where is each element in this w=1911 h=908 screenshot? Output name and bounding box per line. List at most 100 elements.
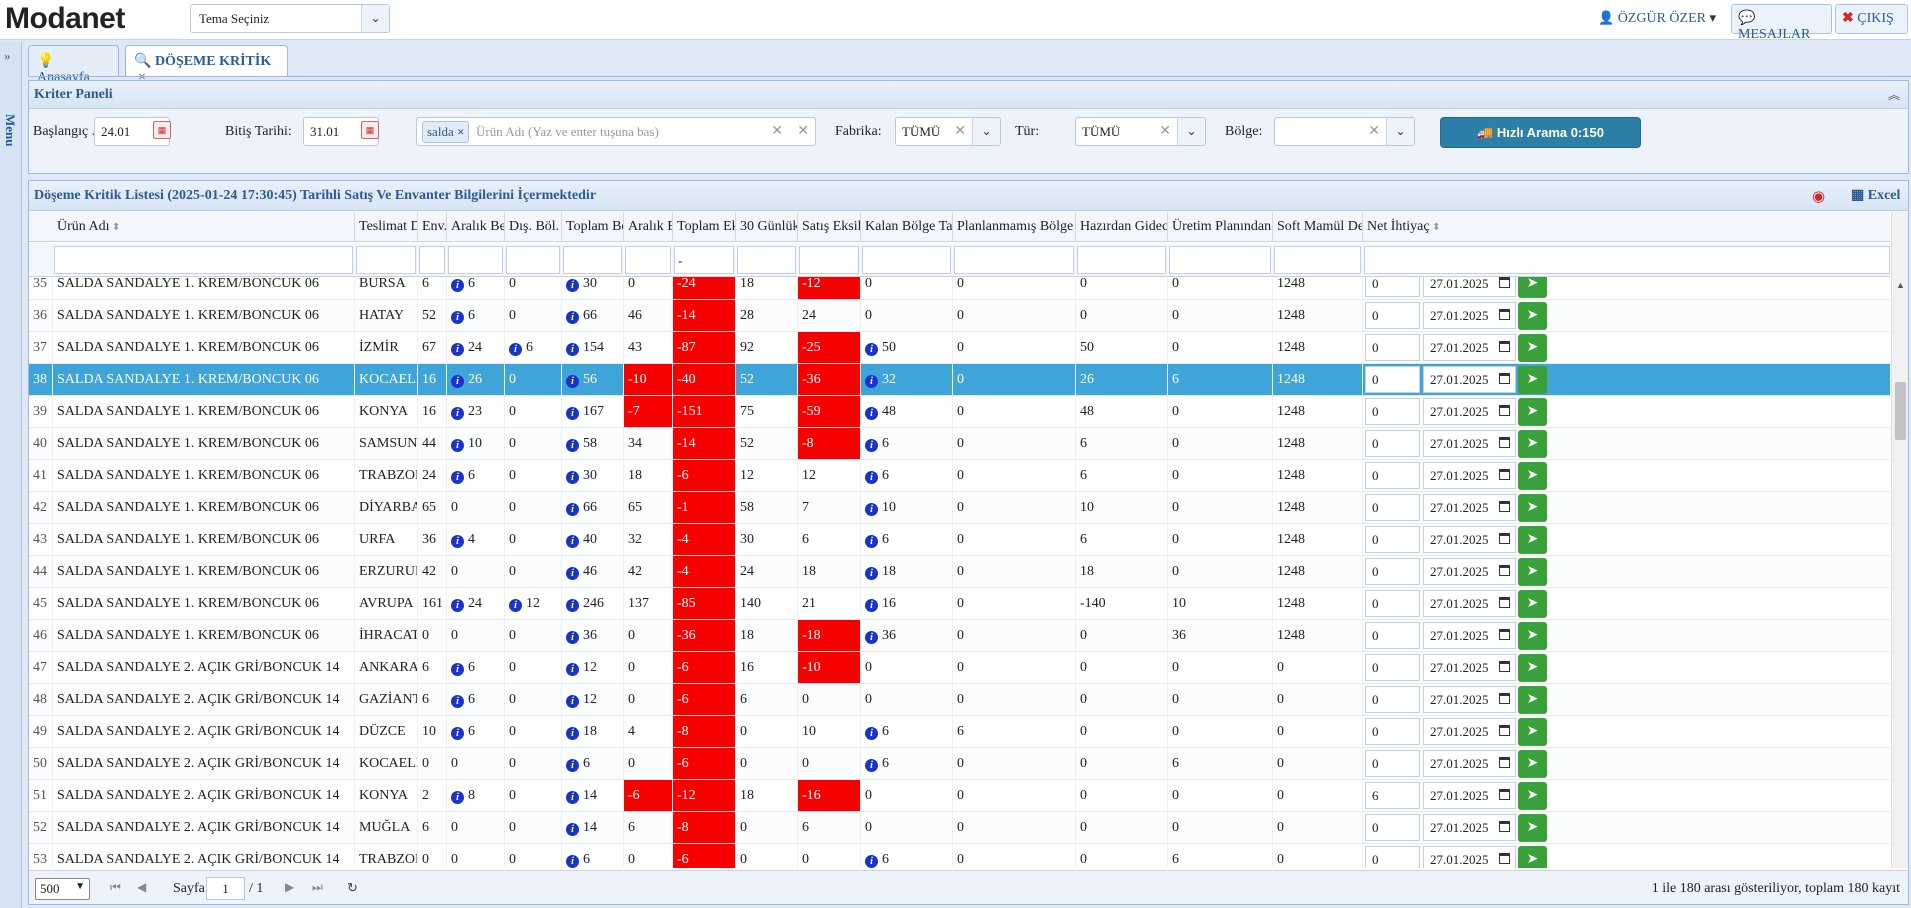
delivery-date-input[interactable]: 27.01.2025 [1423, 302, 1516, 329]
table-row[interactable]: 35 SALDA SANDALYE 1. KREM/BONCUK 06 BURSA 6… [29, 277, 1890, 300]
calendar-icon[interactable] [1499, 501, 1510, 512]
column-filter-input[interactable] [625, 246, 671, 274]
factory-select[interactable]: TÜMÜ ✕ ⌄ [895, 117, 1001, 146]
sort-icon[interactable]: ⬍ [110, 222, 120, 233]
info-icon[interactable]: i [865, 631, 878, 644]
delivery-date-input[interactable]: 27.01.2025 [1423, 782, 1516, 809]
send-button[interactable]: ➤ [1518, 782, 1547, 810]
send-button[interactable]: ➤ [1518, 590, 1547, 618]
send-button[interactable]: ➤ [1518, 398, 1547, 426]
net-need-input[interactable]: 0 [1365, 366, 1420, 393]
excel-export-button[interactable]: ▦ Excel [1851, 187, 1900, 204]
column-header[interactable]: Teslimat Dep [355, 212, 418, 242]
column-filter-input[interactable] [506, 246, 560, 274]
table-row[interactable]: 36 SALDA SANDALYE 1. KREM/BONCUK 06 HATAY 5… [29, 300, 1890, 332]
clear-icon[interactable]: ✕ [797, 123, 809, 140]
calendar-icon[interactable]: ▦ [153, 121, 171, 139]
product-search-field[interactable]: salda × Ürün Adı (Yaz ve enter tuşuna ba… [416, 117, 816, 146]
calendar-icon[interactable] [1499, 309, 1510, 320]
prev-page-icon[interactable]: ◀ [137, 880, 146, 895]
column-filter-input[interactable] [799, 246, 859, 274]
info-icon[interactable]: i [865, 567, 878, 580]
send-button[interactable]: ➤ [1518, 814, 1547, 842]
info-icon[interactable]: i [566, 759, 579, 772]
info-icon[interactable]: i [566, 311, 579, 324]
send-button[interactable]: ➤ [1518, 654, 1547, 682]
column-header[interactable]: 30 Günlük S [736, 212, 798, 242]
send-button[interactable]: ➤ [1518, 622, 1547, 650]
info-icon[interactable]: i [509, 343, 522, 356]
column-filter-input[interactable] [1169, 246, 1271, 274]
table-row[interactable]: 37 SALDA SANDALYE 1. KREM/BONCUK 06 İZMİR 6… [29, 332, 1890, 364]
info-icon[interactable]: i [566, 407, 579, 420]
net-need-input[interactable]: 0 [1365, 750, 1420, 777]
info-icon[interactable]: i [451, 311, 464, 324]
info-icon[interactable]: i [865, 343, 878, 356]
delivery-date-input[interactable]: 27.01.2025 [1423, 462, 1516, 489]
delivery-date-input[interactable]: 27.01.2025 [1423, 430, 1516, 457]
table-row[interactable]: 50 SALDA SANDALYE 2. AÇIK GRİ/BONCUK 14 KO… [29, 748, 1890, 780]
column-header[interactable]: Aralık Ek [624, 212, 673, 242]
calendar-icon[interactable] [1499, 661, 1510, 672]
table-row[interactable]: 49 SALDA SANDALYE 2. AÇIK GRİ/BONCUK 14 DÜ… [29, 716, 1890, 748]
table-row[interactable]: 48 SALDA SANDALYE 2. AÇIK GRİ/BONCUK 14 GA… [29, 684, 1890, 716]
info-icon[interactable]: i [865, 471, 878, 484]
info-icon[interactable]: i [566, 631, 579, 644]
net-need-input[interactable]: 0 [1365, 334, 1420, 361]
net-need-input[interactable]: 0 [1365, 526, 1420, 553]
eye-icon[interactable]: ◉ [1812, 187, 1825, 206]
calendar-icon[interactable] [1499, 277, 1510, 288]
collapsed-menu-bar[interactable]: » Menu [0, 42, 22, 908]
delivery-date-input[interactable]: 27.01.2025 [1423, 750, 1516, 777]
calendar-icon[interactable] [1499, 341, 1510, 352]
delivery-date-input[interactable]: 27.01.2025 [1423, 526, 1516, 553]
column-filter-input[interactable] [862, 246, 951, 274]
logout-button[interactable]: ✖ ÇIKIŞ [1835, 4, 1908, 34]
tab-doseme-kritik[interactable]: 🔍 DÖŞEME KRİTİK × [125, 45, 288, 85]
info-icon[interactable]: i [566, 663, 579, 676]
clear-icon[interactable]: ✕ [954, 123, 966, 140]
info-icon[interactable]: i [451, 471, 464, 484]
calendar-icon[interactable] [1499, 533, 1510, 544]
info-icon[interactable]: i [566, 599, 579, 612]
info-icon[interactable]: i [451, 407, 464, 420]
page-number-input[interactable]: 1 [206, 877, 245, 900]
info-icon[interactable]: i [509, 599, 522, 612]
column-filter-input[interactable] [954, 246, 1074, 274]
calendar-icon[interactable] [1499, 437, 1510, 448]
column-filter-input[interactable] [1274, 246, 1361, 274]
send-button[interactable]: ➤ [1518, 686, 1547, 714]
chevron-down-icon[interactable]: ⌄ [972, 118, 1000, 145]
delivery-date-input[interactable]: 27.01.2025 [1423, 277, 1516, 297]
send-button[interactable]: ➤ [1518, 334, 1547, 362]
scrollbar-thumb[interactable] [1895, 382, 1906, 440]
info-icon[interactable]: i [865, 439, 878, 452]
info-icon[interactable]: i [566, 343, 579, 356]
calendar-icon[interactable] [1499, 629, 1510, 640]
region-select[interactable]: ✕ ⌄ [1274, 117, 1415, 146]
table-row[interactable]: 39 SALDA SANDALYE 1. KREM/BONCUK 06 KONYA 1… [29, 396, 1890, 428]
info-icon[interactable]: i [566, 567, 579, 580]
calendar-icon[interactable] [1499, 821, 1510, 832]
messages-button[interactable]: 💬 MESAJLAR [1731, 4, 1832, 42]
column-header[interactable]: Hazırdan Gidecek [1076, 212, 1168, 242]
calendar-icon[interactable] [1499, 853, 1510, 864]
table-row[interactable]: 45 SALDA SANDALYE 1. KREM/BONCUK 06 AVRUPA… [29, 588, 1890, 620]
table-row[interactable]: 46 SALDA SANDALYE 1. KREM/BONCUK 06 İHRACA… [29, 620, 1890, 652]
net-need-input[interactable]: 0 [1365, 590, 1420, 617]
send-button[interactable]: ➤ [1518, 846, 1547, 868]
table-row[interactable]: 42 SALDA SANDALYE 1. KREM/BONCUK 06 DİYARB… [29, 492, 1890, 524]
tab-home[interactable]: 💡 Anasayfa [28, 45, 119, 85]
delivery-date-input[interactable]: 27.01.2025 [1423, 654, 1516, 681]
column-filter-input[interactable] [54, 246, 353, 274]
column-filter-input[interactable] [356, 246, 416, 274]
info-icon[interactable]: i [566, 695, 579, 708]
info-icon[interactable]: i [566, 503, 579, 516]
info-icon[interactable]: i [865, 407, 878, 420]
send-button[interactable]: ➤ [1518, 302, 1547, 330]
net-need-input[interactable]: 0 [1365, 846, 1420, 868]
info-icon[interactable]: i [566, 727, 579, 740]
net-need-input[interactable]: 0 [1365, 277, 1420, 297]
calendar-icon[interactable] [1499, 725, 1510, 736]
calendar-icon[interactable] [1499, 469, 1510, 480]
